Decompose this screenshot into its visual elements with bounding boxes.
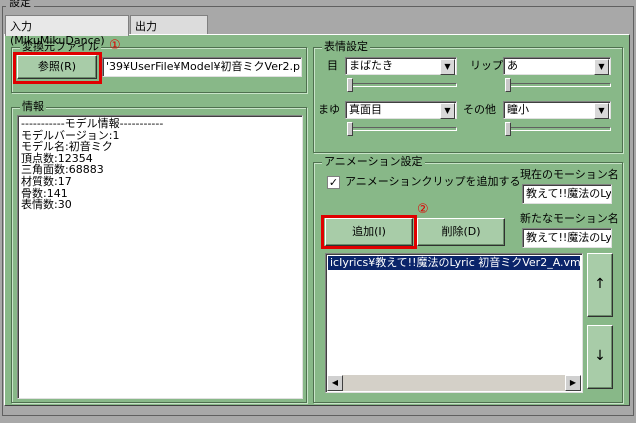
- current-motion-field[interactable]: 教えて!!魔法のLyr: [522, 184, 612, 204]
- eye-slider-thumb[interactable]: [347, 78, 353, 92]
- add-motion-button[interactable]: 追加(I): [325, 218, 413, 246]
- add-motion-button-label: 追加(I): [352, 225, 386, 238]
- other-slider-track[interactable]: [505, 127, 611, 131]
- add-clip-checkbox[interactable]: ✓: [327, 176, 340, 189]
- browse-button[interactable]: 参照(R): [17, 55, 97, 79]
- motion-list[interactable]: icIyrics¥教えて!!魔法のLyric 初音ミクVer2_A.vmd ◀ …: [325, 253, 583, 393]
- delete-motion-button[interactable]: 削除(D): [417, 218, 505, 246]
- browse-button-label: 参照(R): [37, 60, 77, 73]
- eye-slider-track[interactable]: [347, 83, 457, 87]
- chevron-down-icon: ▼: [594, 103, 609, 119]
- brow-slider-thumb[interactable]: [347, 122, 353, 136]
- input-tab-panel: 変換元ファイル ① 参照(R) '39¥UserFile¥Model¥初音ミクV…: [4, 34, 630, 406]
- current-motion-value: 教えて!!魔法のLyr: [526, 187, 612, 200]
- move-down-button[interactable]: ↓: [587, 325, 613, 389]
- annotation-marker-1: ①: [109, 38, 121, 53]
- info-line: 材質数:17: [21, 174, 72, 188]
- source-path-value: '39¥UserFile¥Model¥初音ミクVer2.pmd: [106, 60, 302, 73]
- window-title: 設定: [6, 0, 34, 10]
- brow-select-value: 真面目: [349, 103, 382, 116]
- eye-select-value: まばたき: [349, 59, 393, 72]
- tab-label: 入力(MikuMikuDance): [10, 20, 105, 47]
- new-motion-label: 新たなモーション名: [520, 212, 619, 225]
- other-select[interactable]: 瞳小 ▼: [503, 101, 611, 119]
- other-label: その他: [463, 103, 496, 116]
- lip-label: リップ: [470, 59, 503, 72]
- lip-select[interactable]: あ ▼: [503, 57, 611, 75]
- expression-group-title: 表情設定: [322, 40, 370, 54]
- brow-select[interactable]: 真面目 ▼: [345, 101, 457, 119]
- new-motion-field[interactable]: 教えて!!魔法のLyr: [522, 228, 612, 248]
- delete-motion-button-label: 削除(D): [441, 225, 481, 238]
- tab-input-mmd[interactable]: 入力(MikuMikuDance): [5, 15, 129, 47]
- add-clip-label: アニメーションクリップを追加する: [345, 175, 521, 188]
- tab-output-collada[interactable]: 出力(Collada): [130, 15, 208, 47]
- other-select-value: 瞳小: [507, 103, 529, 116]
- current-motion-label: 現在のモーション名: [520, 168, 619, 181]
- animation-group-title: アニメーション設定: [322, 155, 425, 169]
- info-line: 表情数:30: [21, 198, 72, 212]
- arrow-up-icon: ↑: [594, 276, 606, 292]
- eye-select[interactable]: まばたき ▼: [345, 57, 457, 75]
- checkmark-icon: ✓: [328, 176, 339, 189]
- scroll-left-icon[interactable]: ◀: [327, 375, 343, 391]
- other-slider-thumb[interactable]: [505, 122, 511, 136]
- new-motion-value: 教えて!!魔法のLyr: [526, 231, 612, 244]
- brow-label: まゆ: [318, 103, 340, 116]
- source-path-field[interactable]: '39¥UserFile¥Model¥初音ミクVer2.pmd: [102, 57, 302, 77]
- settings-window: 設定 入力(MikuMikuDance) 出力(Collada) 変換元ファイル…: [0, 0, 636, 423]
- annotation-marker-2: ②: [417, 202, 429, 217]
- model-info-textarea[interactable]: -----------モデル情報----------- モデルバージョン:1 モ…: [17, 115, 303, 399]
- horizontal-scrollbar[interactable]: ◀ ▶: [327, 375, 581, 391]
- scroll-right-icon[interactable]: ▶: [565, 375, 581, 391]
- brow-slider-track[interactable]: [347, 127, 457, 131]
- info-line: -----------モデル情報-----------: [21, 117, 164, 130]
- info-group-title: 情報: [20, 100, 46, 114]
- chevron-down-icon: ▼: [440, 59, 455, 75]
- eye-label: 目: [327, 59, 338, 72]
- lip-slider-track[interactable]: [505, 83, 611, 87]
- move-up-button[interactable]: ↑: [587, 253, 613, 317]
- lip-select-value: あ: [507, 59, 518, 72]
- chevron-down-icon: ▼: [594, 59, 609, 75]
- arrow-down-icon: ↓: [594, 348, 606, 364]
- lip-slider-thumb[interactable]: [505, 78, 511, 92]
- list-item[interactable]: icIyrics¥教えて!!魔法のLyric 初音ミクVer2_A.vmd: [328, 256, 580, 270]
- chevron-down-icon: ▼: [440, 103, 455, 119]
